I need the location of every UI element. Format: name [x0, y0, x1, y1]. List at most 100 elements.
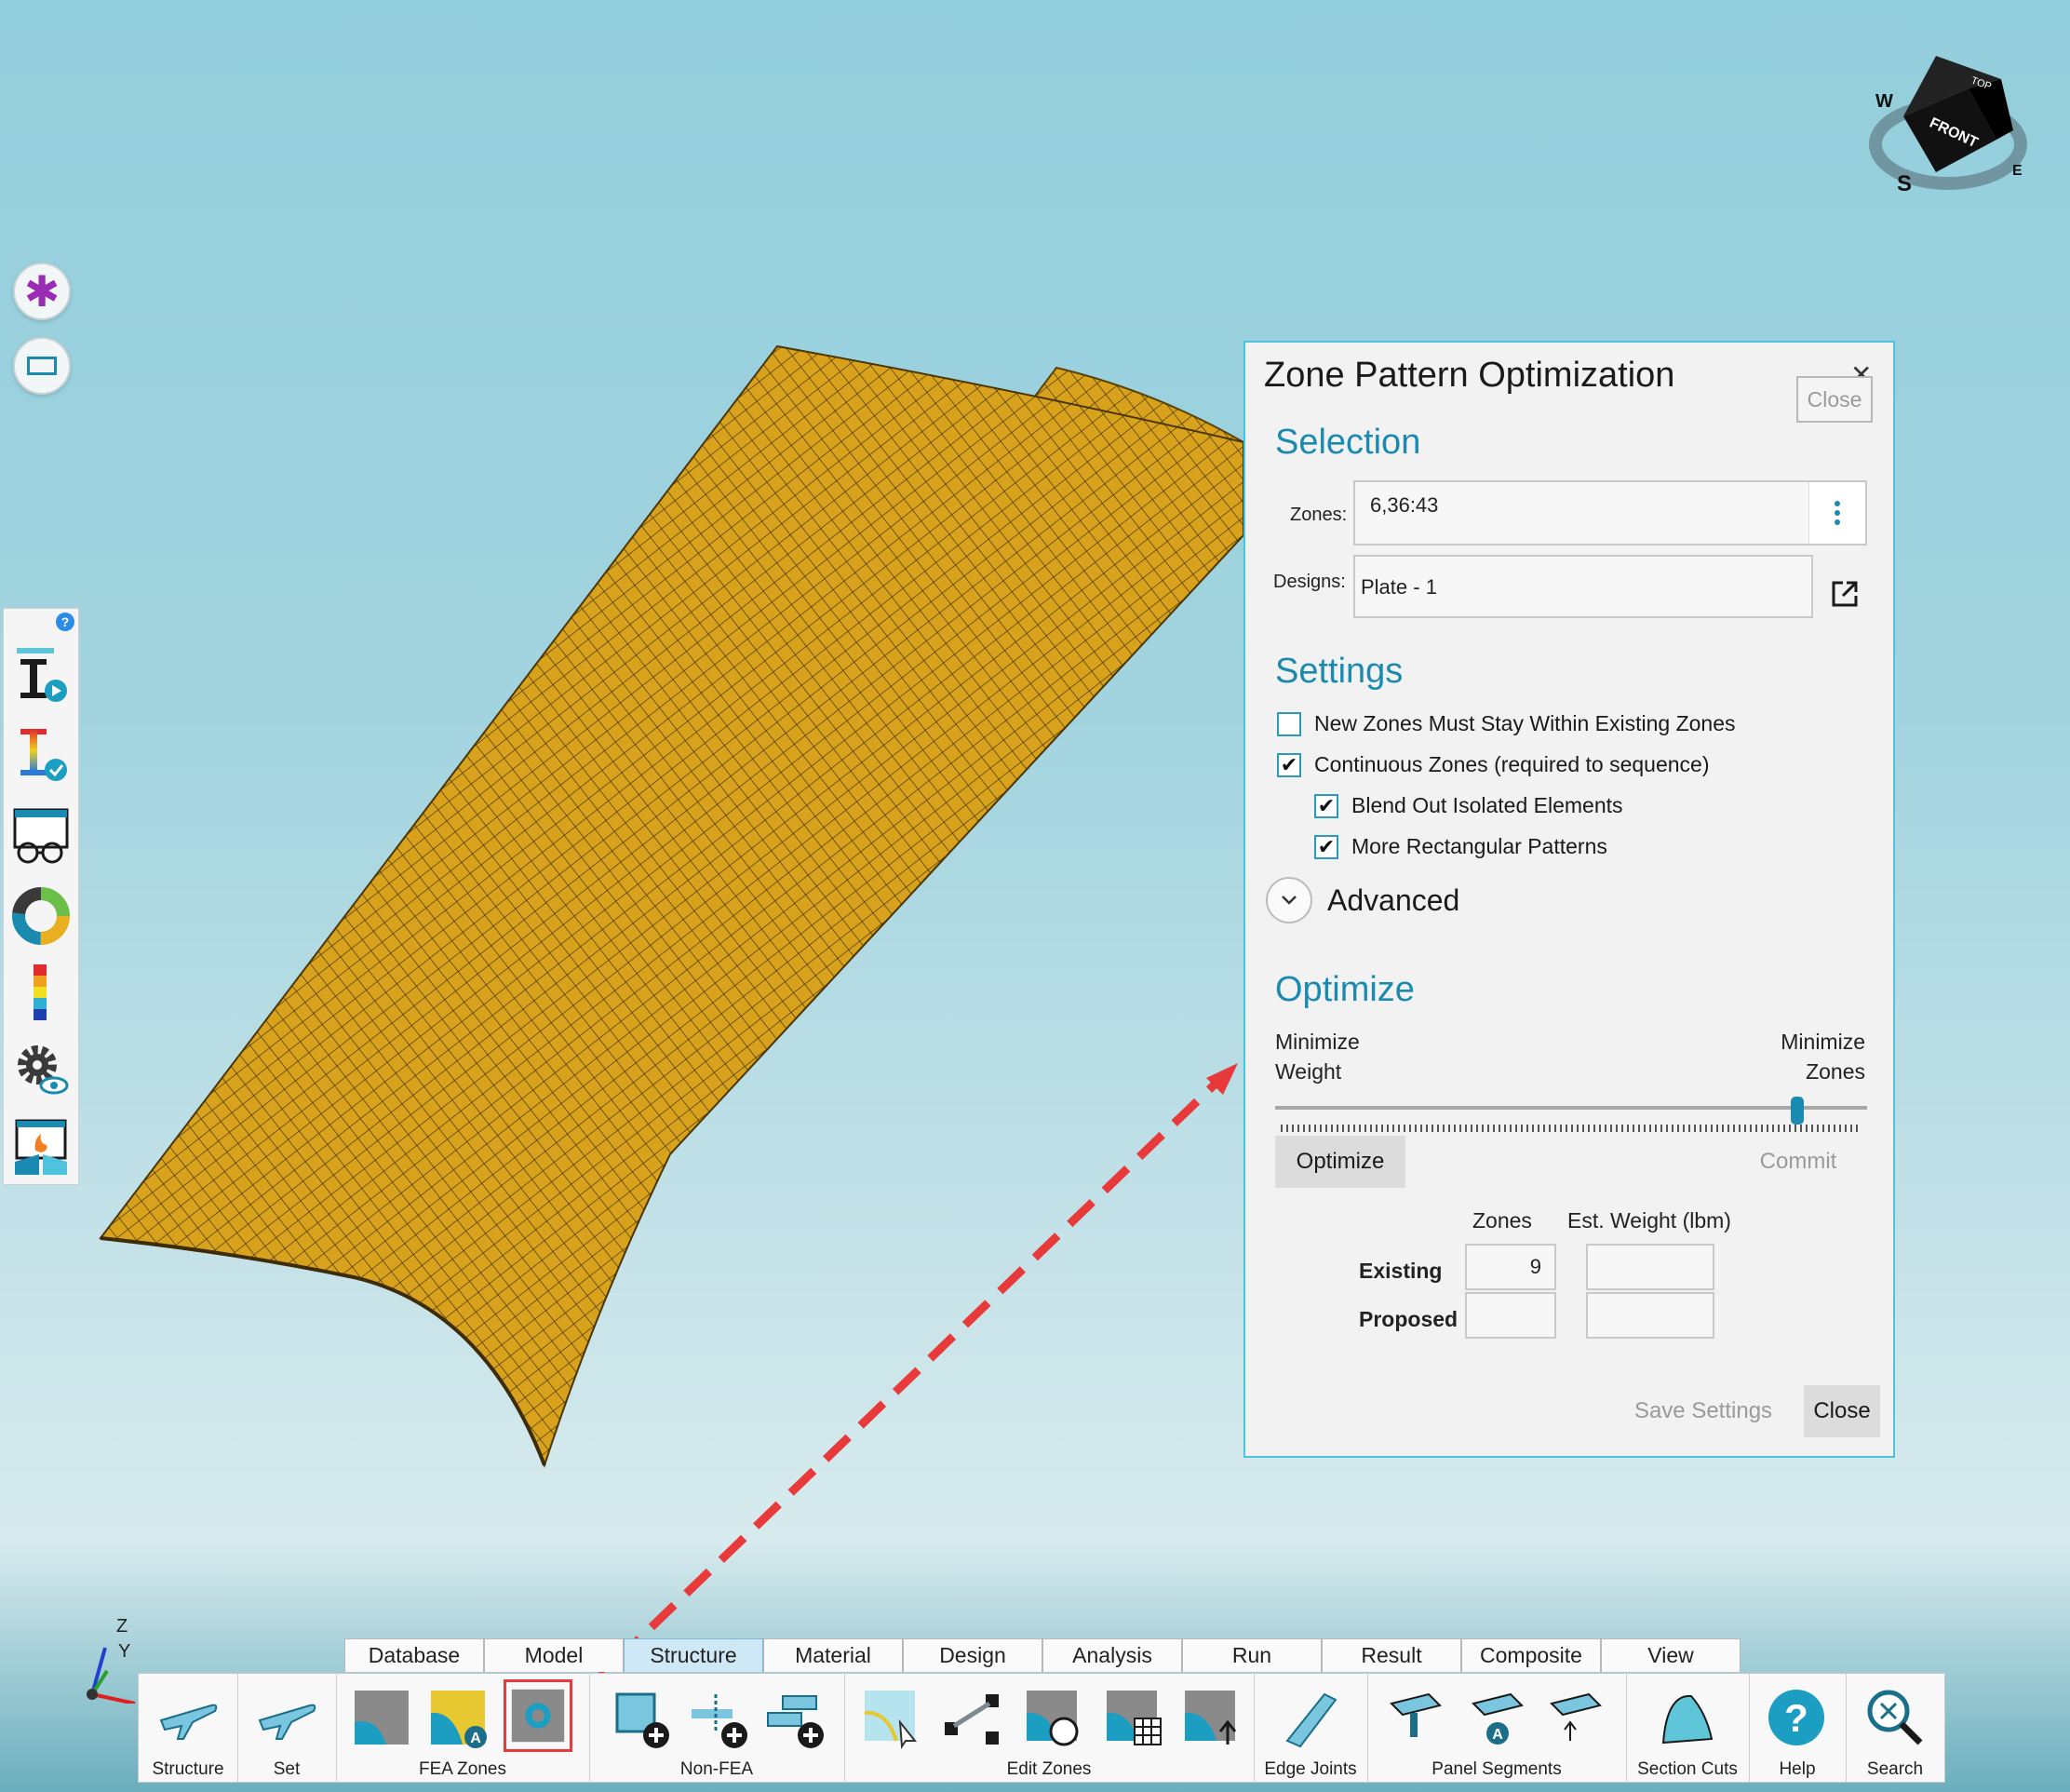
- checkbox-checked[interactable]: ✔: [1314, 793, 1338, 818]
- group-help[interactable]: ? Help: [1749, 1674, 1847, 1782]
- advanced-expander[interactable]: Advanced: [1266, 877, 1459, 923]
- fea-zone-auto-icon[interactable]: A: [425, 1685, 491, 1750]
- settings-heading: Settings: [1275, 652, 1404, 691]
- edge-joint-icon[interactable]: [1278, 1685, 1343, 1750]
- option-blend-out[interactable]: ✔ Blend Out Isolated Elements: [1314, 793, 1623, 818]
- zones-label: Zones:: [1290, 505, 1348, 525]
- 3d-viewport[interactable]: FRONT TOP W S E Z Y ✱ ? Zone Pattern Opt…: [0, 0, 2070, 1792]
- panel-segment-icon[interactable]: [1382, 1685, 1447, 1750]
- group-panel-segments: A Panel Segments: [1367, 1674, 1627, 1782]
- zone-optimize-icon: [511, 1689, 565, 1743]
- group-fea-zones: A FEA Zones: [336, 1674, 590, 1782]
- checkbox-checked[interactable]: ✔: [1314, 834, 1338, 859]
- open-external-icon[interactable]: [1830, 579, 1860, 609]
- option-rectangular[interactable]: ✔ More Rectangular Patterns: [1314, 834, 1607, 859]
- ribbon: Structure Set A FEA Zones Non-FEA Edit Z…: [138, 1673, 1945, 1783]
- close-button-top[interactable]: Close: [1796, 376, 1873, 423]
- option-label: New Zones Must Stay Within Existing Zone…: [1314, 711, 1736, 735]
- pointer-arrow: [578, 1078, 1221, 1698]
- axis-z-label: Z: [116, 1616, 128, 1637]
- checkmark-icon: ✔: [1317, 834, 1336, 858]
- zones-field[interactable]: 6,36:43: [1353, 480, 1867, 546]
- tab-run[interactable]: Run: [1182, 1638, 1322, 1672]
- rotate-zone-icon[interactable]: [1021, 1685, 1086, 1750]
- proposed-weight-cell: [1586, 1292, 1714, 1339]
- slider-left-label-2: Weight: [1275, 1059, 1342, 1084]
- help-icon[interactable]: ?: [56, 613, 74, 631]
- beam-play-icon[interactable]: [11, 646, 71, 706]
- window-select-button[interactable]: [13, 337, 71, 395]
- checkmark-icon: ✔: [1317, 793, 1336, 817]
- donut-chart-icon[interactable]: [11, 886, 71, 946]
- selection-mode-button[interactable]: ✱: [13, 263, 71, 320]
- add-stack-icon[interactable]: [762, 1685, 827, 1750]
- group-structure[interactable]: Structure: [139, 1674, 238, 1782]
- slider-right-label-2: Zones: [1806, 1059, 1865, 1084]
- tab-database[interactable]: Database: [344, 1638, 484, 1672]
- fire-window-icon[interactable]: [11, 1117, 71, 1177]
- row-proposed-label: Proposed: [1359, 1307, 1458, 1331]
- group-edit-zones: Edit Zones: [844, 1674, 1255, 1782]
- option-stay-within-zones[interactable]: New Zones Must Stay Within Existing Zone…: [1277, 711, 1736, 736]
- option-continuous-zones[interactable]: ✔ Continuous Zones (required to sequence…: [1277, 752, 1709, 777]
- group-edge-joints[interactable]: Edge Joints: [1254, 1674, 1368, 1782]
- weight-zones-slider[interactable]: [1275, 1097, 1867, 1138]
- help-circle-icon[interactable]: ?: [1764, 1685, 1829, 1750]
- save-settings-button[interactable]: Save Settings: [1629, 1385, 1778, 1437]
- compass-e: E: [2012, 163, 2023, 179]
- slider-thumb[interactable]: [1790, 1097, 1804, 1125]
- close-button[interactable]: Close: [1804, 1385, 1880, 1437]
- group-label: FEA Zones: [419, 1759, 506, 1779]
- tab-analysis[interactable]: Analysis: [1042, 1638, 1182, 1672]
- glasses-view-icon[interactable]: [11, 806, 71, 866]
- group-label: Non-FEA: [679, 1759, 754, 1779]
- airplane-set-icon[interactable]: [254, 1685, 319, 1750]
- tab-structure[interactable]: Structure: [624, 1638, 763, 1672]
- asterisk-icon: ✱: [23, 266, 60, 317]
- checkbox-checked[interactable]: ✔: [1277, 752, 1301, 777]
- tab-model[interactable]: Model: [484, 1638, 624, 1672]
- select-zone-icon[interactable]: [859, 1685, 924, 1750]
- more-options-icon[interactable]: [1808, 482, 1865, 544]
- slider-left-label-1: Minimize: [1275, 1030, 1360, 1054]
- add-segment-icon[interactable]: [686, 1685, 751, 1750]
- col-weight-header: Est. Weight (lbm): [1567, 1208, 1731, 1233]
- compass-w: W: [1875, 91, 1893, 112]
- panel-segment-move-icon[interactable]: [1542, 1685, 1607, 1750]
- tab-view[interactable]: View: [1601, 1638, 1741, 1672]
- panel-segment-auto-icon[interactable]: A: [1464, 1685, 1529, 1750]
- proposed-zones-cell: [1465, 1292, 1556, 1339]
- group-search[interactable]: Search: [1846, 1674, 1944, 1782]
- color-legend-icon[interactable]: [11, 963, 71, 1022]
- section-cut-icon[interactable]: [1654, 1685, 1719, 1750]
- advanced-label: Advanced: [1327, 883, 1460, 917]
- view-cube[interactable]: FRONT TOP W S E: [1866, 51, 2043, 200]
- tab-composite[interactable]: Composite: [1461, 1638, 1601, 1672]
- join-zones-icon[interactable]: [941, 1685, 1006, 1750]
- zones-value: 6,36:43: [1370, 493, 1439, 517]
- option-label: Blend Out Isolated Elements: [1351, 793, 1623, 817]
- search-icon[interactable]: [1862, 1685, 1928, 1750]
- commit-button[interactable]: Commit: [1733, 1136, 1863, 1188]
- group-section-cuts[interactable]: Section Cuts: [1626, 1674, 1750, 1782]
- tab-result[interactable]: Result: [1322, 1638, 1461, 1672]
- add-zone-icon[interactable]: [608, 1685, 673, 1750]
- tab-material[interactable]: Material: [763, 1638, 903, 1672]
- airplane-icon[interactable]: [155, 1685, 221, 1750]
- slider-right-label-1: Minimize: [1781, 1030, 1865, 1054]
- beam-check-icon[interactable]: [11, 725, 71, 785]
- zone-upload-icon[interactable]: [1179, 1685, 1244, 1750]
- checkbox-unchecked[interactable]: [1277, 711, 1301, 736]
- optimize-button[interactable]: Optimize: [1275, 1136, 1405, 1188]
- designs-value: Plate - 1: [1361, 575, 1437, 599]
- zone-pattern-optimization-button[interactable]: [504, 1679, 572, 1752]
- option-label: Continuous Zones (required to sequence): [1314, 752, 1710, 776]
- tab-design[interactable]: Design: [903, 1638, 1042, 1672]
- selection-heading: Selection: [1275, 423, 1421, 462]
- designs-field[interactable]: Plate - 1: [1353, 555, 1813, 618]
- fea-zone-icon[interactable]: [349, 1685, 414, 1750]
- group-set[interactable]: Set: [237, 1674, 337, 1782]
- zone-grid-icon[interactable]: [1101, 1685, 1166, 1750]
- left-toolbar: ?: [3, 608, 79, 1185]
- gear-eye-icon[interactable]: [11, 1039, 71, 1098]
